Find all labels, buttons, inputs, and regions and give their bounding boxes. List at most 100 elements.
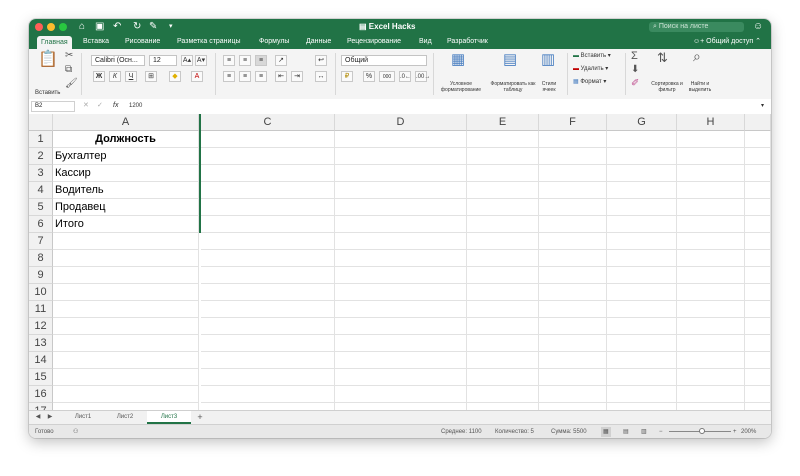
column-header-next[interactable] [745,114,771,131]
format-table-label[interactable]: Форматировать как таблицу [489,81,537,93]
grid-cell[interactable] [335,284,467,301]
grid-cell[interactable] [677,403,745,410]
format-as-table-icon[interactable]: ▤ [503,52,517,67]
align-bottom-icon[interactable]: ≡ [255,55,267,66]
row-header[interactable]: 13 [29,335,53,352]
grid-cell[interactable] [677,318,745,335]
column-header-f[interactable]: F [539,114,607,131]
column-header-d[interactable]: D [335,114,467,131]
formula-input[interactable]: 1200 [129,102,749,110]
grid-cell[interactable] [467,233,539,250]
grid-cell[interactable] [539,182,607,199]
grid-cell[interactable] [745,284,771,301]
grid-cell[interactable] [677,301,745,318]
zoom-out-icon[interactable]: − [659,427,663,437]
grid-cell[interactable] [539,318,607,335]
grid-cell[interactable] [53,369,199,386]
currency-icon[interactable]: ₽ [341,71,353,82]
cell-a2[interactable]: Бухгалтер [53,148,199,165]
sheet-tab-2[interactable]: Лист2 [105,411,145,424]
grid-cell[interactable] [335,131,467,148]
grid-cell[interactable] [467,369,539,386]
grid-cell[interactable] [467,165,539,182]
align-right-icon[interactable]: ≡ [255,71,267,82]
row-header[interactable]: 9 [29,267,53,284]
grid-cell[interactable] [467,267,539,284]
grid-cell[interactable] [53,403,199,410]
grid-cell[interactable] [745,199,771,216]
sort-filter-label[interactable]: Сортировка и фильтр [649,81,685,93]
grid-cell[interactable] [677,369,745,386]
grid-cell[interactable] [201,352,335,369]
grid-cell[interactable] [335,267,467,284]
find-select-label[interactable]: Найти и выделить [685,81,715,93]
column-header-g[interactable]: G [607,114,677,131]
grid-cell[interactable] [335,335,467,352]
autosum-icon[interactable]: Σ [631,49,638,63]
grid-cell[interactable] [335,165,467,182]
grid-cell[interactable] [53,284,199,301]
grid-cell[interactable] [539,165,607,182]
grid-cell[interactable] [607,267,677,284]
fill-icon[interactable]: ⬇ [631,63,639,77]
redo-icon[interactable]: ↻ [133,20,141,34]
fill-color-icon[interactable]: ◆ [169,71,181,82]
percent-button[interactable]: % [363,71,375,82]
delete-cells-button[interactable]: ▬ Удалить ▾ [573,65,608,73]
customize-qa-icon[interactable]: ▾ [169,20,173,34]
grid-cell[interactable] [335,250,467,267]
conditional-format-icon[interactable]: ▦ [451,52,465,67]
grid-cell[interactable] [539,386,607,403]
grid-cell[interactable] [201,301,335,318]
grid-cell[interactable] [607,403,677,410]
row-header[interactable]: 11 [29,301,53,318]
bold-button[interactable]: Ж [93,71,105,82]
thousands-button[interactable]: 000 [379,71,395,82]
column-header-a[interactable]: A [53,114,199,131]
grid-cell[interactable] [201,403,335,410]
select-all-corner[interactable] [29,114,53,131]
increase-font-button[interactable]: A▴ [181,55,193,66]
grid-cell[interactable] [201,284,335,301]
tab-developer[interactable]: Разработчик [447,37,488,47]
grid-cell[interactable] [335,301,467,318]
row-header[interactable]: 6 [29,216,53,233]
increase-decimal-icon[interactable]: .0← [399,71,411,82]
grid-cell[interactable] [201,386,335,403]
grid-cell[interactable] [539,301,607,318]
grid-cell[interactable] [745,369,771,386]
format-cells-button[interactable]: ▦ Формат ▾ [573,78,606,86]
decrease-decimal-icon[interactable]: .00→ [415,71,430,82]
zoom-slider-thumb[interactable] [699,428,705,434]
page-layout-view-icon[interactable]: ▤ [623,427,629,437]
font-size-select[interactable]: 12 [149,55,177,66]
save-icon[interactable]: ▣ [95,20,104,34]
grid-cell[interactable] [607,182,677,199]
grid-cell[interactable] [467,284,539,301]
undo-icon[interactable]: ↶ [113,20,121,34]
tab-formulas[interactable]: Формулы [259,37,289,47]
align-top-icon[interactable]: ≡ [223,55,235,66]
grid-cell[interactable] [607,199,677,216]
row-header[interactable]: 15 [29,369,53,386]
grid-cell[interactable] [201,233,335,250]
grid-cell[interactable] [677,182,745,199]
tab-view[interactable]: Вид [419,37,432,47]
grid-cell[interactable] [467,403,539,410]
name-box[interactable]: B2 [31,101,75,112]
italic-button[interactable]: К [109,71,121,82]
grid-cell[interactable] [539,233,607,250]
underline-button[interactable]: Ч [125,71,137,82]
grid-cell[interactable] [201,165,335,182]
close-window-button[interactable] [35,23,43,31]
grid-cell[interactable] [335,318,467,335]
grid-cell[interactable] [745,233,771,250]
grid-cell[interactable] [677,216,745,233]
grid-cell[interactable] [539,369,607,386]
grid-cell[interactable] [745,301,771,318]
grid-cell[interactable] [677,165,745,182]
grid-cell[interactable] [677,386,745,403]
row-header[interactable]: 1 [29,131,53,148]
cell-a4[interactable]: Водитель [53,182,199,199]
grid-cell[interactable] [539,352,607,369]
